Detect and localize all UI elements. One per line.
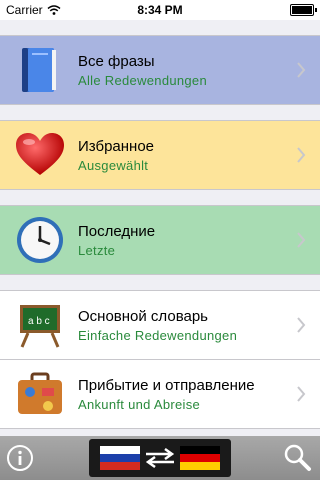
row-title: Избранное <box>78 138 155 155</box>
suitcase-icon <box>18 372 62 414</box>
chevron-right-icon <box>297 62 306 78</box>
row-title: Все фразы <box>78 53 155 70</box>
search-icon[interactable] <box>282 442 312 472</box>
row-favorites[interactable]: Избранное Ausgewählt <box>0 121 320 190</box>
chevron-right-icon <box>297 317 306 333</box>
row-subtitle: Letzte <box>78 243 116 258</box>
germany-flag-icon <box>180 446 220 470</box>
row-title: Основной словарь <box>78 308 208 325</box>
chalkboard-icon: a b c <box>20 305 60 348</box>
battery-icon <box>290 4 317 16</box>
status-bar: Carrier 8:34 PM <box>0 0 320 20</box>
section-gap <box>0 105 320 121</box>
row-subtitle: Einfache Redewendungen <box>78 328 238 343</box>
row-subtitle: Alle Redewendungen <box>78 73 207 88</box>
section-gap <box>0 20 320 36</box>
chevron-right-icon <box>297 147 306 163</box>
swap-arrows-icon <box>145 448 175 468</box>
section-gap <box>0 190 320 206</box>
status-time: 8:34 PM <box>137 3 183 17</box>
row-title: Прибытие и отправление <box>78 377 255 394</box>
row-subtitle: Ausgewählt <box>78 158 149 173</box>
section-gap <box>0 275 320 291</box>
clock-icon <box>17 217 63 263</box>
bottom-toolbar <box>0 436 320 480</box>
row-arrival-departure[interactable]: Прибытие и отправление Ankunft und Abrei… <box>0 360 320 429</box>
info-icon[interactable] <box>6 444 34 472</box>
svg-text:a b c: a b c <box>28 316 50 327</box>
row-basic-dictionary[interactable]: a b c Основной словарь Einfache Redewend… <box>0 291 320 360</box>
book-icon <box>22 48 56 92</box>
chevron-right-icon <box>297 386 306 402</box>
row-subtitle: Ankunft und Abreise <box>78 397 201 412</box>
chevron-right-icon <box>297 232 306 248</box>
row-recent[interactable]: Последние Letzte <box>0 206 320 275</box>
row-all-phrases[interactable]: Все фразы Alle Redewendungen <box>0 36 320 105</box>
row-title: Последние <box>78 223 156 240</box>
category-list[interactable]: Все фразы Alle Redewendungen Избранное A… <box>0 20 320 436</box>
heart-icon <box>16 133 64 175</box>
russia-flag-icon <box>100 446 140 470</box>
language-switch-button[interactable] <box>89 439 231 477</box>
